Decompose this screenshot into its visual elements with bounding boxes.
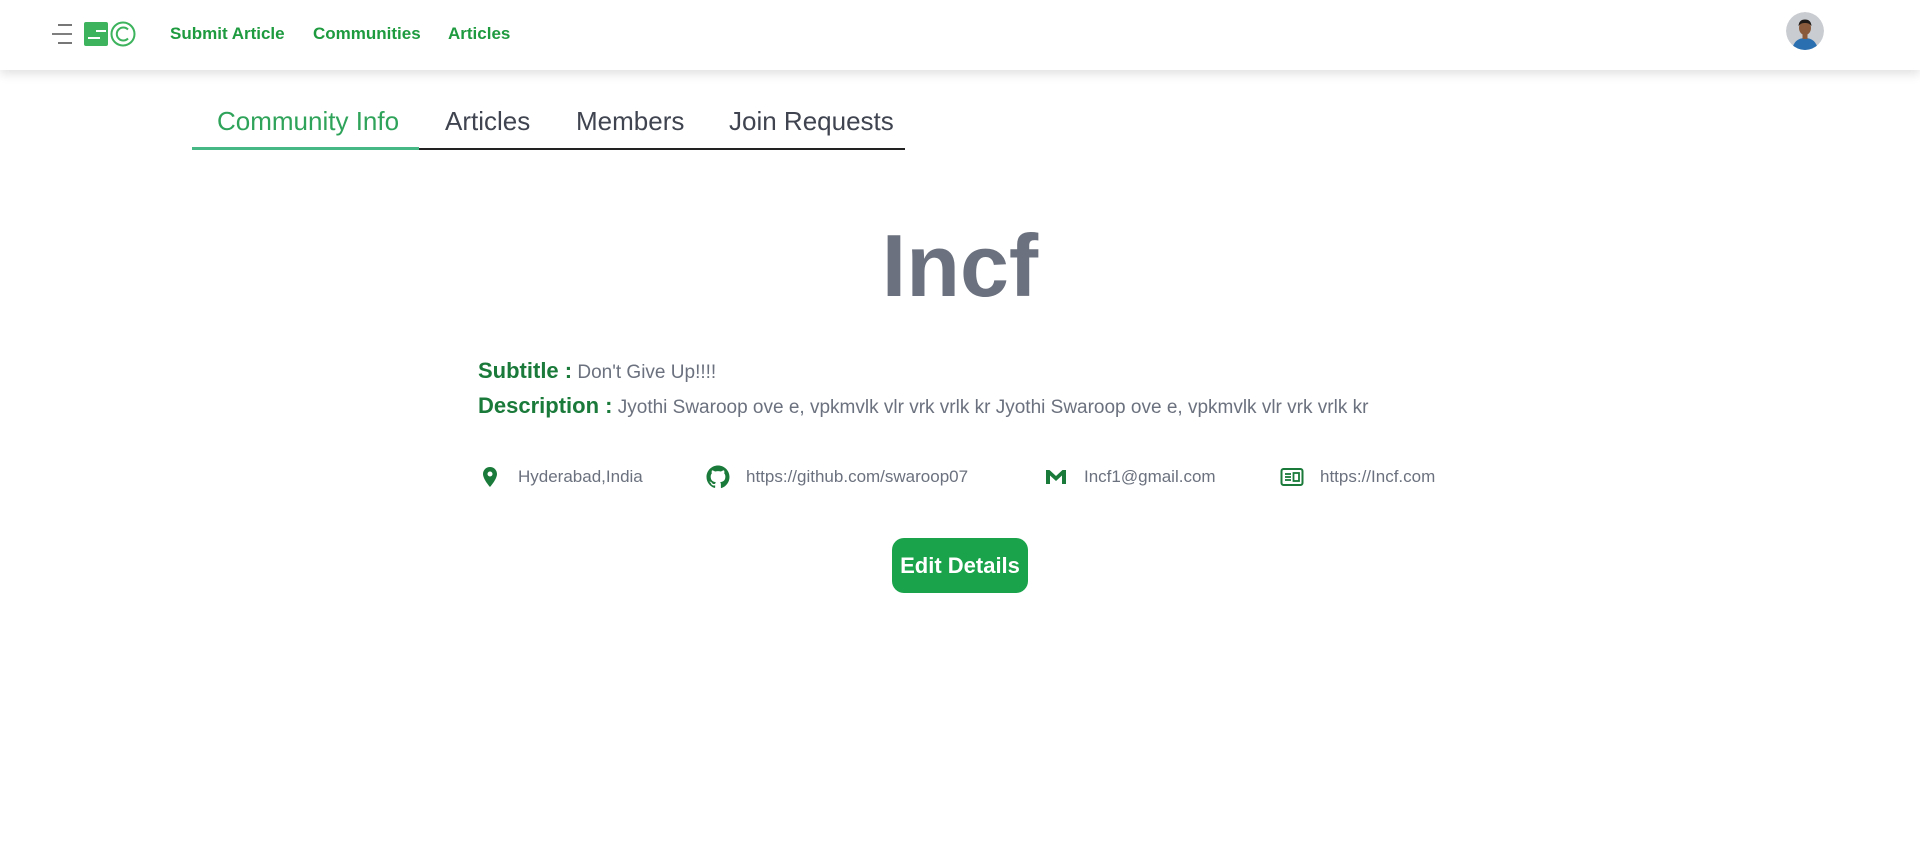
contact-email[interactable]: Incf1@gmail.com [1044, 462, 1216, 492]
edit-details-button[interactable]: Edit Details [892, 538, 1028, 593]
contact-github[interactable]: https://github.com/swaroop07 [706, 462, 968, 492]
gmail-icon [1046, 470, 1066, 484]
hamburger-icon[interactable] [52, 22, 72, 46]
subtitle-label: Subtitle : [478, 358, 573, 383]
tab-join-requests[interactable]: Join Requests [729, 106, 894, 137]
tab-community-info[interactable]: Community Info [217, 106, 399, 137]
website-text[interactable]: https://Incf.com [1320, 467, 1435, 487]
description-row: Description : Jyothi Swaroop ove e, vpkm… [478, 393, 1368, 419]
tab-members[interactable]: Members [576, 106, 684, 137]
subtitle-value: Don't Give Up!!!! [577, 362, 717, 383]
contact-location: Hyderabad,India [478, 462, 643, 492]
github-text[interactable]: https://github.com/swaroop07 [746, 467, 968, 487]
nav-communities[interactable]: Communities [313, 24, 421, 44]
logo-icon[interactable] [84, 21, 136, 47]
community-tabs: Community Info Articles Members Join Req… [192, 96, 905, 150]
description-label: Description : [478, 393, 613, 418]
email-text[interactable]: Incf1@gmail.com [1084, 467, 1216, 487]
subtitle-row: Subtitle : Don't Give Up!!!! [478, 358, 716, 384]
nav-submit-article[interactable]: Submit Article [170, 24, 285, 44]
website-icon [1280, 468, 1304, 486]
active-tab-indicator [192, 147, 419, 150]
nav-articles[interactable]: Articles [448, 24, 510, 44]
location-text: Hyderabad,India [518, 467, 643, 486]
description-value: Jyothi Swaroop ove e, vpkmvlk vlr vrk vr… [617, 397, 1369, 418]
github-icon [706, 465, 730, 489]
community-title: Incf [881, 216, 1039, 315]
avatar-icon [1786, 12, 1824, 50]
top-navbar: Submit Article Communities Articles [0, 0, 1920, 70]
user-avatar[interactable] [1786, 12, 1824, 50]
location-icon [483, 467, 497, 487]
tab-articles[interactable]: Articles [445, 106, 530, 137]
contact-website[interactable]: https://Incf.com [1280, 462, 1435, 492]
